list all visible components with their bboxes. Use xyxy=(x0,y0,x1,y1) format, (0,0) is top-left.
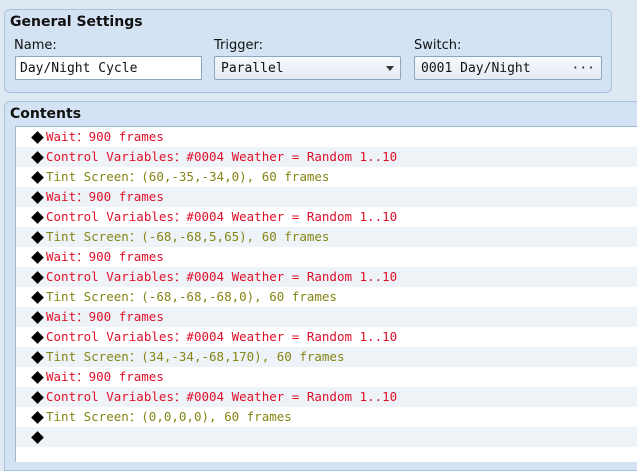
list-item[interactable]: Control Variables：#0004 Weather = Random… xyxy=(16,267,637,287)
diamond-icon xyxy=(31,410,44,424)
diamond-icon xyxy=(31,190,44,204)
trigger-value: Parallel xyxy=(221,60,284,76)
switch-select[interactable]: 0001 Day/Night ··· xyxy=(414,56,602,80)
contents-panel: Contents Wait：900 frames Control Variable… xyxy=(4,101,637,471)
diamond-icon xyxy=(31,290,44,304)
diamond-icon xyxy=(31,170,44,184)
diamond-icon xyxy=(31,210,44,224)
command-text: Wait：900 frames xyxy=(46,309,164,324)
contents-title: Contents xyxy=(10,106,82,122)
list-item[interactable]: Control Variables：#0004 Weather = Random… xyxy=(16,207,637,227)
list-item[interactable]: Wait：900 frames xyxy=(16,307,637,327)
diamond-icon xyxy=(31,150,44,164)
command-text: Wait：900 frames xyxy=(46,249,164,264)
command-text: Control Variables：#0004 Weather = Random… xyxy=(46,149,398,164)
diamond-icon xyxy=(31,250,44,264)
switch-value: 0001 Day/Night xyxy=(421,60,531,76)
diamond-icon xyxy=(31,130,44,144)
diamond-icon xyxy=(31,430,44,444)
list-item[interactable]: Wait：900 frames xyxy=(16,247,637,267)
command-text: Control Variables：#0004 Weather = Random… xyxy=(46,269,398,284)
command-text: Control Variables：#0004 Weather = Random… xyxy=(46,329,398,344)
command-text: Tint Screen：(34,-34,-68,170), 60 frames xyxy=(46,349,345,364)
command-text: Control Variables：#0004 Weather = Random… xyxy=(46,389,398,404)
list-item[interactable]: Tint Screen：(34,-34,-68,170), 60 frames xyxy=(16,347,637,367)
name-label: Name: xyxy=(14,38,57,53)
ellipsis-icon[interactable]: ··· xyxy=(572,61,595,76)
command-text: Tint Screen：(-68,-68,-68,0), 60 frames xyxy=(46,289,337,304)
command-text: Wait：900 frames xyxy=(46,369,164,384)
command-text: Control Variables：#0004 Weather = Random… xyxy=(46,209,398,224)
diamond-icon xyxy=(31,310,44,324)
command-text: Wait：900 frames xyxy=(46,189,164,204)
diamond-icon xyxy=(31,330,44,344)
general-settings-panel: General Settings Name: Trigger: Parallel… xyxy=(4,9,612,93)
chevron-down-icon xyxy=(386,65,394,71)
switch-label: Switch: xyxy=(414,38,462,53)
command-text: Tint Screen：(0,0,0,0), 60 frames xyxy=(46,409,292,424)
list-item[interactable]: Control Variables：#0004 Weather = Random… xyxy=(16,327,637,347)
list-item[interactable]: Tint Screen：(60,-35,-34,0), 60 frames xyxy=(16,167,637,187)
name-input[interactable] xyxy=(15,56,202,80)
list-item[interactable]: Wait：900 frames xyxy=(16,127,637,147)
general-settings-title: General Settings xyxy=(10,14,143,30)
diamond-icon xyxy=(31,370,44,384)
list-item[interactable] xyxy=(16,427,637,447)
command-text: Tint Screen：(-68,-68,5,65), 60 frames xyxy=(46,229,330,244)
diamond-icon xyxy=(31,350,44,364)
diamond-icon xyxy=(31,390,44,404)
diamond-icon xyxy=(31,270,44,284)
trigger-select[interactable]: Parallel xyxy=(214,56,401,80)
command-text: Tint Screen：(60,-35,-34,0), 60 frames xyxy=(46,169,330,184)
list-item[interactable]: Control Variables：#0004 Weather = Random… xyxy=(16,147,637,167)
event-command-list[interactable]: Wait：900 frames Control Variables：#0004 W… xyxy=(15,126,637,462)
diamond-icon xyxy=(31,230,44,244)
list-item[interactable]: Tint Screen：(-68,-68,5,65), 60 frames xyxy=(16,227,637,247)
list-item[interactable]: Control Variables：#0004 Weather = Random… xyxy=(16,387,637,407)
list-item[interactable]: Wait：900 frames xyxy=(16,367,637,387)
list-item[interactable]: Tint Screen：(-68,-68,-68,0), 60 frames xyxy=(16,287,637,307)
list-item[interactable]: Tint Screen：(0,0,0,0), 60 frames xyxy=(16,407,637,427)
list-item[interactable]: Wait：900 frames xyxy=(16,187,637,207)
command-text: Wait：900 frames xyxy=(46,129,164,144)
trigger-label: Trigger: xyxy=(214,38,263,53)
